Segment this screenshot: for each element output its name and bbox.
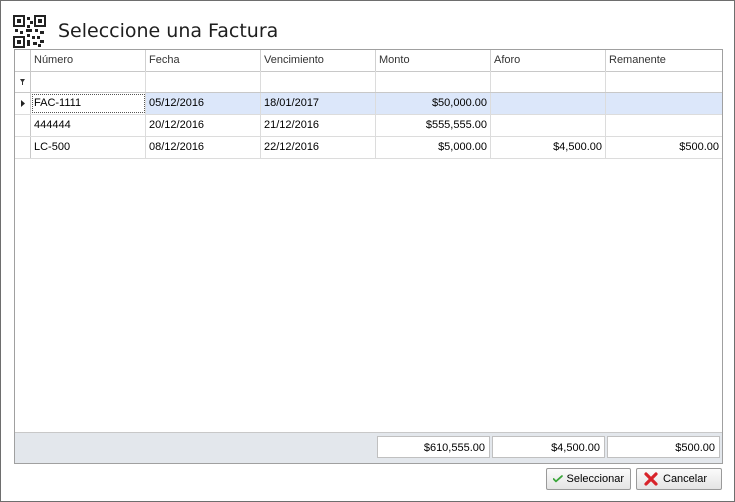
cell-aforo[interactable] xyxy=(491,93,606,114)
filter-cell-remanente[interactable] xyxy=(606,71,722,92)
cell-remanente[interactable] xyxy=(606,115,722,136)
cancel-button[interactable]: Cancelar xyxy=(636,468,722,490)
cell-numero[interactable]: 444444 xyxy=(31,115,146,136)
cell-monto[interactable]: $50,000.00 xyxy=(376,93,491,114)
cell-fecha[interactable]: 20/12/2016 xyxy=(146,115,261,136)
table-row[interactable]: FAC-1111 05/12/2016 18/01/2017 $50,000.0… xyxy=(15,93,722,115)
qr-code-icon xyxy=(13,14,46,48)
cell-numero[interactable]: FAC-1111 xyxy=(31,93,146,114)
filter-cell-aforo[interactable] xyxy=(491,71,606,92)
select-button[interactable]: Seleccionar xyxy=(546,468,631,490)
invoice-grid[interactable]: Número Fecha Vencimiento Monto Aforo Rem… xyxy=(14,49,723,464)
cell-aforo[interactable]: $4,500.00 xyxy=(491,137,606,158)
cell-monto[interactable]: $5,000.00 xyxy=(376,137,491,158)
row-pointer-icon xyxy=(21,100,25,107)
cell-vencimiento[interactable]: 22/12/2016 xyxy=(261,137,376,158)
column-header-vencimiento[interactable]: Vencimiento xyxy=(261,50,376,71)
total-remanente: $500.00 xyxy=(607,436,720,458)
cell-monto[interactable]: $555,555.00 xyxy=(376,115,491,136)
column-header-remanente[interactable]: Remanente xyxy=(606,50,722,71)
cell-aforo[interactable] xyxy=(491,115,606,136)
cell-fecha[interactable]: 08/12/2016 xyxy=(146,137,261,158)
check-icon xyxy=(553,475,563,483)
cancel-button-label: Cancelar xyxy=(663,473,708,485)
filter-cell-monto[interactable] xyxy=(376,71,491,92)
header-indicator-cell xyxy=(15,50,31,71)
column-header-numero[interactable]: Número xyxy=(31,50,146,71)
cell-remanente[interactable]: $500.00 xyxy=(606,137,722,158)
cell-vencimiento[interactable]: 18/01/2017 xyxy=(261,93,376,114)
row-indicator-cell[interactable] xyxy=(15,93,31,114)
filter-row xyxy=(15,71,722,93)
cell-vencimiento[interactable]: 21/12/2016 xyxy=(261,115,376,136)
column-header-monto[interactable]: Monto xyxy=(376,50,491,71)
column-header-aforo[interactable]: Aforo xyxy=(491,50,606,71)
filter-cell-vencimiento[interactable] xyxy=(261,71,376,92)
dialog-window: Seleccione una Factura Número Fecha Venc… xyxy=(0,0,735,502)
filter-icon xyxy=(20,79,25,85)
column-header-fecha[interactable]: Fecha xyxy=(146,50,261,71)
row-indicator-cell[interactable] xyxy=(15,137,31,158)
cell-fecha[interactable]: 05/12/2016 xyxy=(146,93,261,114)
row-indicator-cell[interactable] xyxy=(15,115,31,136)
cell-numero[interactable]: LC-500 xyxy=(31,137,146,158)
dialog-title: Seleccione una Factura xyxy=(58,20,279,42)
table-row[interactable]: LC-500 08/12/2016 22/12/2016 $5,000.00 $… xyxy=(15,137,722,159)
total-monto: $610,555.00 xyxy=(377,436,490,458)
filter-indicator-cell xyxy=(15,71,31,92)
filter-cell-fecha[interactable] xyxy=(146,71,261,92)
grid-header-row: Número Fecha Vencimiento Monto Aforo Rem… xyxy=(15,50,722,72)
table-row[interactable]: 444444 20/12/2016 21/12/2016 $555,555.00 xyxy=(15,115,722,137)
select-button-label: Seleccionar xyxy=(566,473,624,485)
dialog-header: Seleccione una Factura xyxy=(13,13,278,49)
grid-footer: $610,555.00 $4,500.00 $500.00 xyxy=(15,432,722,463)
filter-cell-numero[interactable] xyxy=(31,71,146,92)
x-icon xyxy=(644,472,658,486)
total-aforo: $4,500.00 xyxy=(492,436,605,458)
cell-remanente[interactable] xyxy=(606,93,722,114)
